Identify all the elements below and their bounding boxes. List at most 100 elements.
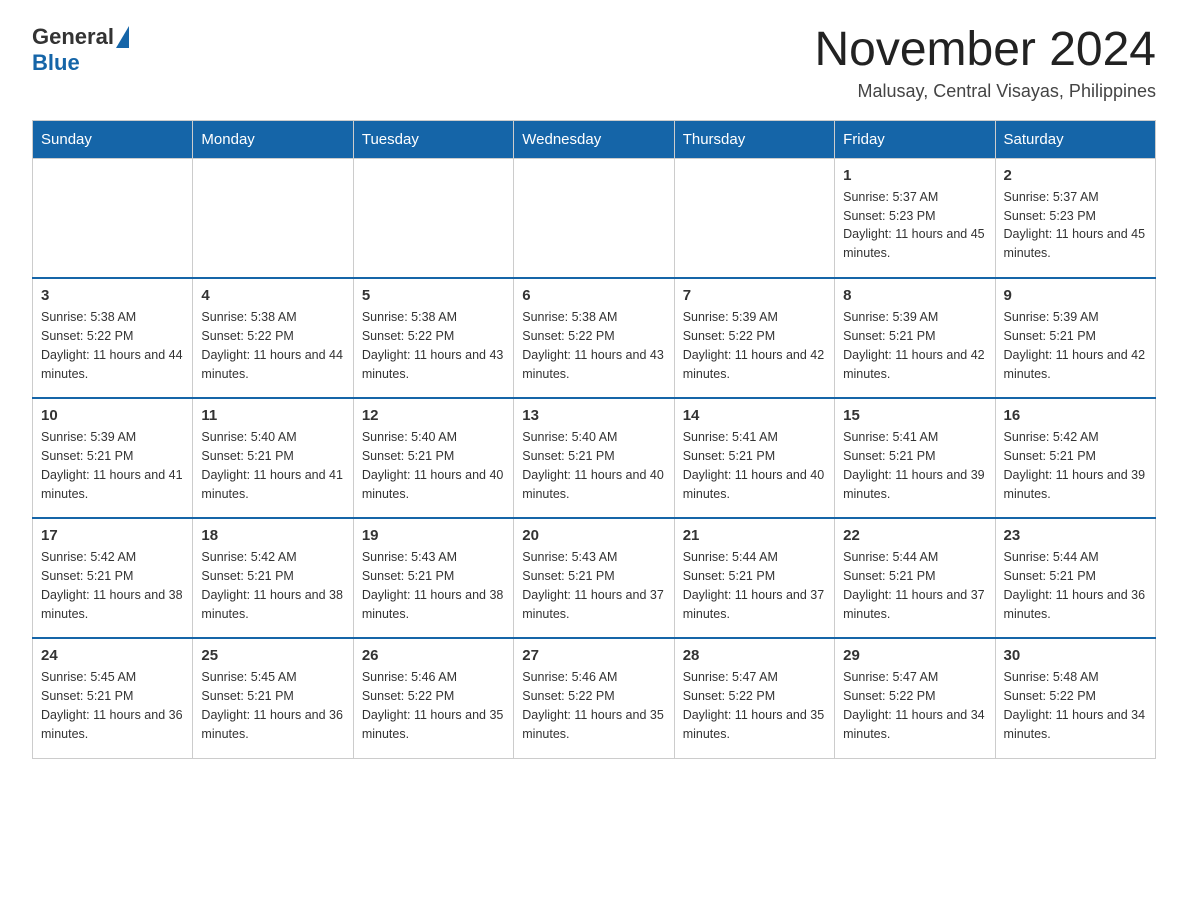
calendar-cell: 19 Sunrise: 5:43 AMSunset: 5:21 PMDayligh… xyxy=(353,518,513,638)
day-info: Sunrise: 5:37 AMSunset: 5:23 PMDaylight:… xyxy=(843,188,986,263)
logo: General Blue xyxy=(32,24,131,76)
calendar-table: SundayMondayTuesdayWednesdayThursdayFrid… xyxy=(32,120,1156,759)
day-number: 12 xyxy=(362,407,505,424)
weekday-header-row: SundayMondayTuesdayWednesdayThursdayFrid… xyxy=(33,120,1156,158)
calendar-cell: 30 Sunrise: 5:48 AMSunset: 5:22 PMDayligh… xyxy=(995,638,1155,758)
weekday-header-wednesday: Wednesday xyxy=(514,120,674,158)
weekday-header-saturday: Saturday xyxy=(995,120,1155,158)
day-number: 17 xyxy=(41,527,184,544)
day-info: Sunrise: 5:47 AMSunset: 5:22 PMDaylight:… xyxy=(683,668,826,743)
title-area: November 2024 Malusay, Central Visayas, … xyxy=(814,24,1156,102)
calendar-cell: 25 Sunrise: 5:45 AMSunset: 5:21 PMDayligh… xyxy=(193,638,353,758)
calendar-cell: 9Sunrise: 5:39 AMSunset: 5:21 PMDaylight… xyxy=(995,278,1155,398)
day-number: 21 xyxy=(683,527,826,544)
calendar-cell: 28 Sunrise: 5:47 AMSunset: 5:22 PMDayligh… xyxy=(674,638,834,758)
day-number: 15 xyxy=(843,407,986,424)
logo-triangle-icon xyxy=(116,26,129,48)
day-number: 20 xyxy=(522,527,665,544)
day-number: 27 xyxy=(522,647,665,664)
day-info: Sunrise: 5:47 AMSunset: 5:22 PMDaylight:… xyxy=(843,668,986,743)
calendar-cell: 14 Sunrise: 5:41 AMSunset: 5:21 PMDayligh… xyxy=(674,398,834,518)
day-number: 11 xyxy=(201,407,344,424)
calendar-cell: 2 Sunrise: 5:37 AMSunset: 5:23 PMDaylight… xyxy=(995,158,1155,278)
day-number: 8 xyxy=(843,287,986,304)
calendar-cell: 7Sunrise: 5:39 AMSunset: 5:22 PMDaylight… xyxy=(674,278,834,398)
day-info: Sunrise: 5:41 AMSunset: 5:21 PMDaylight:… xyxy=(683,428,826,503)
calendar-week-row: 1 Sunrise: 5:37 AMSunset: 5:23 PMDaylight… xyxy=(33,158,1156,278)
day-info: Sunrise: 5:39 AMSunset: 5:22 PMDaylight:… xyxy=(683,308,826,383)
day-info: Sunrise: 5:43 AMSunset: 5:21 PMDaylight:… xyxy=(362,548,505,623)
day-info: Sunrise: 5:40 AMSunset: 5:21 PMDaylight:… xyxy=(522,428,665,503)
calendar-cell xyxy=(33,158,193,278)
month-title: November 2024 xyxy=(814,24,1156,77)
day-number: 25 xyxy=(201,647,344,664)
calendar-cell: 12Sunrise: 5:40 AMSunset: 5:21 PMDayligh… xyxy=(353,398,513,518)
calendar-cell xyxy=(514,158,674,278)
day-number: 19 xyxy=(362,527,505,544)
day-number: 29 xyxy=(843,647,986,664)
weekday-header-sunday: Sunday xyxy=(33,120,193,158)
calendar-week-row: 17 Sunrise: 5:42 AMSunset: 5:21 PMDayligh… xyxy=(33,518,1156,638)
day-number: 23 xyxy=(1004,527,1147,544)
location-title: Malusay, Central Visayas, Philippines xyxy=(814,81,1156,102)
day-info: Sunrise: 5:38 AMSunset: 5:22 PMDaylight:… xyxy=(522,308,665,383)
day-info: Sunrise: 5:39 AMSunset: 5:21 PMDaylight:… xyxy=(41,428,184,503)
page-header: General Blue November 2024 Malusay, Cent… xyxy=(32,24,1156,102)
logo-blue-text: Blue xyxy=(32,50,80,76)
day-info: Sunrise: 5:44 AMSunset: 5:21 PMDaylight:… xyxy=(683,548,826,623)
day-number: 14 xyxy=(683,407,826,424)
day-info: Sunrise: 5:42 AMSunset: 5:21 PMDaylight:… xyxy=(1004,428,1147,503)
calendar-cell: 26Sunrise: 5:46 AMSunset: 5:22 PMDayligh… xyxy=(353,638,513,758)
day-info: Sunrise: 5:44 AMSunset: 5:21 PMDaylight:… xyxy=(1004,548,1147,623)
calendar-cell: 6 Sunrise: 5:38 AMSunset: 5:22 PMDaylight… xyxy=(514,278,674,398)
day-info: Sunrise: 5:42 AMSunset: 5:21 PMDaylight:… xyxy=(201,548,344,623)
day-info: Sunrise: 5:40 AMSunset: 5:21 PMDaylight:… xyxy=(201,428,344,503)
day-info: Sunrise: 5:38 AMSunset: 5:22 PMDaylight:… xyxy=(41,308,184,383)
calendar-cell: 18 Sunrise: 5:42 AMSunset: 5:21 PMDayligh… xyxy=(193,518,353,638)
day-number: 2 xyxy=(1004,167,1147,184)
calendar-cell: 5 Sunrise: 5:38 AMSunset: 5:22 PMDaylight… xyxy=(353,278,513,398)
day-info: Sunrise: 5:43 AMSunset: 5:21 PMDaylight:… xyxy=(522,548,665,623)
day-info: Sunrise: 5:46 AMSunset: 5:22 PMDaylight:… xyxy=(522,668,665,743)
day-info: Sunrise: 5:45 AMSunset: 5:21 PMDaylight:… xyxy=(201,668,344,743)
calendar-week-row: 24 Sunrise: 5:45 AMSunset: 5:21 PMDayligh… xyxy=(33,638,1156,758)
day-number: 1 xyxy=(843,167,986,184)
calendar-cell: 17 Sunrise: 5:42 AMSunset: 5:21 PMDayligh… xyxy=(33,518,193,638)
day-info: Sunrise: 5:48 AMSunset: 5:22 PMDaylight:… xyxy=(1004,668,1147,743)
day-number: 24 xyxy=(41,647,184,664)
calendar-cell: 10 Sunrise: 5:39 AMSunset: 5:21 PMDayligh… xyxy=(33,398,193,518)
day-info: Sunrise: 5:44 AMSunset: 5:21 PMDaylight:… xyxy=(843,548,986,623)
day-info: Sunrise: 5:42 AMSunset: 5:21 PMDaylight:… xyxy=(41,548,184,623)
calendar-cell: 8 Sunrise: 5:39 AMSunset: 5:21 PMDaylight… xyxy=(835,278,995,398)
calendar-cell xyxy=(193,158,353,278)
day-number: 18 xyxy=(201,527,344,544)
day-number: 3 xyxy=(41,287,184,304)
calendar-cell xyxy=(353,158,513,278)
day-number: 4 xyxy=(201,287,344,304)
calendar-cell: 3 Sunrise: 5:38 AMSunset: 5:22 PMDaylight… xyxy=(33,278,193,398)
logo-general-text: General xyxy=(32,24,114,50)
day-number: 10 xyxy=(41,407,184,424)
calendar-cell: 16Sunrise: 5:42 AMSunset: 5:21 PMDayligh… xyxy=(995,398,1155,518)
day-info: Sunrise: 5:41 AMSunset: 5:21 PMDaylight:… xyxy=(843,428,986,503)
day-info: Sunrise: 5:39 AMSunset: 5:21 PMDaylight:… xyxy=(1004,308,1147,383)
weekday-header-friday: Friday xyxy=(835,120,995,158)
day-number: 6 xyxy=(522,287,665,304)
calendar-cell: 27 Sunrise: 5:46 AMSunset: 5:22 PMDayligh… xyxy=(514,638,674,758)
day-info: Sunrise: 5:39 AMSunset: 5:21 PMDaylight:… xyxy=(843,308,986,383)
calendar-cell xyxy=(674,158,834,278)
day-number: 22 xyxy=(843,527,986,544)
calendar-cell: 15 Sunrise: 5:41 AMSunset: 5:21 PMDayligh… xyxy=(835,398,995,518)
calendar-cell: 13 Sunrise: 5:40 AMSunset: 5:21 PMDayligh… xyxy=(514,398,674,518)
day-info: Sunrise: 5:46 AMSunset: 5:22 PMDaylight:… xyxy=(362,668,505,743)
day-number: 13 xyxy=(522,407,665,424)
calendar-cell: 11 Sunrise: 5:40 AMSunset: 5:21 PMDayligh… xyxy=(193,398,353,518)
calendar-cell: 24Sunrise: 5:45 AMSunset: 5:21 PMDayligh… xyxy=(33,638,193,758)
day-info: Sunrise: 5:38 AMSunset: 5:22 PMDaylight:… xyxy=(201,308,344,383)
day-number: 30 xyxy=(1004,647,1147,664)
calendar-cell: 4 Sunrise: 5:38 AMSunset: 5:22 PMDaylight… xyxy=(193,278,353,398)
day-info: Sunrise: 5:37 AMSunset: 5:23 PMDaylight:… xyxy=(1004,188,1147,263)
day-number: 5 xyxy=(362,287,505,304)
day-number: 28 xyxy=(683,647,826,664)
day-info: Sunrise: 5:38 AMSunset: 5:22 PMDaylight:… xyxy=(362,308,505,383)
